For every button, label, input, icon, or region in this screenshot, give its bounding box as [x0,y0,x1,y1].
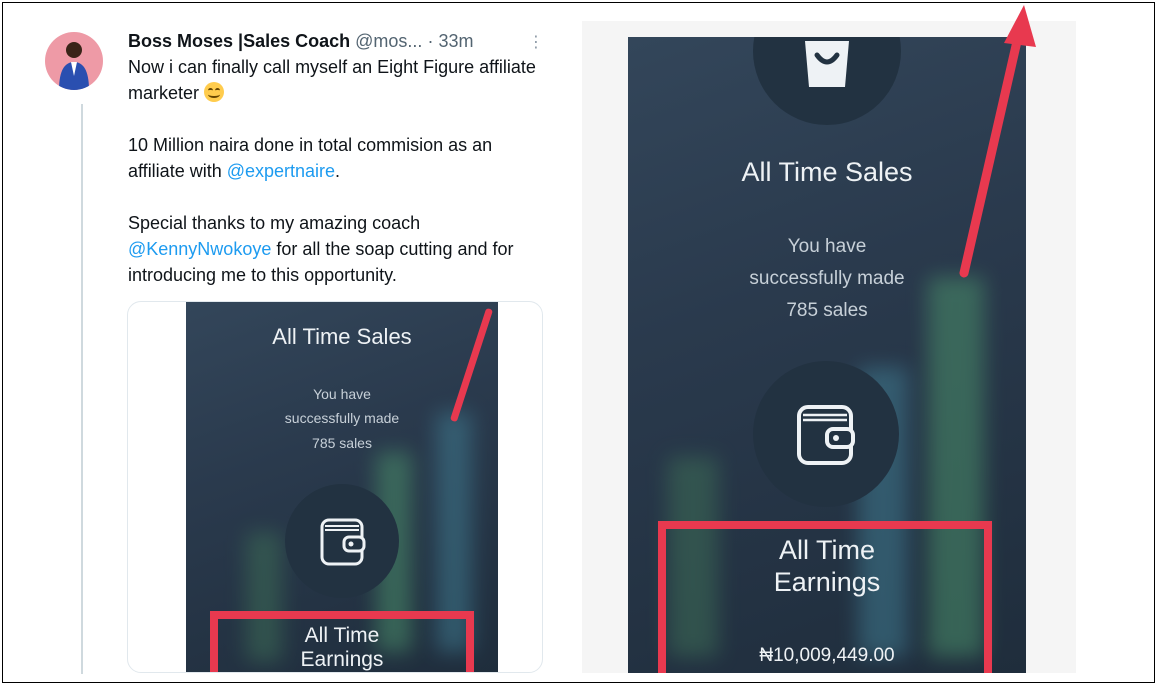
mention-expertnaire[interactable]: @expertnaire [227,161,335,181]
tweet-text: Now i can finally call myself an Eight F… [128,54,548,288]
wallet-icon-circle [285,484,399,598]
all-time-sales-title: All Time Sales [272,324,412,349]
tweet-line-1: Now i can finally call myself an Eight F… [128,57,536,103]
tweet-media[interactable]: All Time Sales You have successfully mad… [127,301,543,673]
highlight-box-earnings-zoomed [658,521,992,673]
shopping-bag-icon [805,41,849,87]
wallet-icon [797,405,855,465]
sales-count: 785 sales [312,435,372,451]
tweet-time[interactable]: · 33m [427,31,473,51]
highlight-box-earnings [210,611,474,672]
wallet-icon [320,518,366,566]
wallet-icon-circle-zoomed [753,361,899,507]
sales-app-screenshot-left: All Time Sales You have successfully mad… [186,302,498,672]
zoomed-screenshot: All Time Sales You have successfully mad… [582,5,1076,673]
red-arrow-zoomed [959,5,1036,278]
screenshot-frame: Boss Moses |Sales Coach @mos... · 33m ⋮ … [2,2,1155,683]
bag-icon-circle [753,37,901,125]
tweet-body: Boss Moses |Sales Coach @mos... · 33m ⋮ … [128,28,548,314]
author-name[interactable]: Boss Moses |Sales Coach [128,31,350,51]
smiling-face-emoji-icon [204,82,225,102]
tweet-paragraph-2-end: . [335,161,341,181]
avatar[interactable] [45,32,103,90]
sales-count-zoomed: 785 sales [786,300,868,321]
more-options-icon[interactable]: ⋮ [528,32,544,52]
tweet-header: Boss Moses |Sales Coach @mos... · 33m [128,28,548,54]
sales-subtext-1: You have [313,386,371,402]
tweet-paragraph-3: Special thanks to my amazing coach [128,213,421,233]
mention-kennynwokoye[interactable]: @KennyNwokoye [128,239,271,259]
author-handle[interactable]: @mos... [355,31,422,51]
thread-line [81,104,83,674]
